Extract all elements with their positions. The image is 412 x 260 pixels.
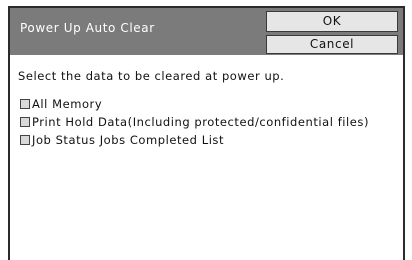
cancel-button[interactable]: Cancel: [266, 35, 398, 54]
option-label: Print Hold Data(Including protected/conf…: [32, 115, 369, 129]
screen: Power Up Auto Clear OK Cancel Select the…: [0, 0, 412, 260]
all-memory-checkbox[interactable]: [20, 99, 30, 109]
ok-button[interactable]: OK: [266, 11, 398, 32]
print-hold-data-checkbox[interactable]: [20, 117, 30, 127]
option-label: Job Status Jobs Completed List: [32, 133, 225, 147]
option-print-hold-data[interactable]: Print Hold Data(Including protected/conf…: [20, 115, 369, 129]
option-label: All Memory: [32, 97, 103, 111]
title-bar: Power Up Auto Clear OK Cancel: [10, 8, 403, 55]
option-job-status-completed-list[interactable]: Job Status Jobs Completed List: [20, 133, 224, 147]
power-up-auto-clear-dialog: Power Up Auto Clear OK Cancel Select the…: [8, 6, 405, 260]
option-all-memory[interactable]: All Memory: [20, 97, 102, 111]
dialog-title: Power Up Auto Clear: [20, 21, 155, 35]
instruction-text: Select the data to be cleared at power u…: [18, 69, 285, 83]
job-status-list-checkbox[interactable]: [20, 135, 30, 145]
